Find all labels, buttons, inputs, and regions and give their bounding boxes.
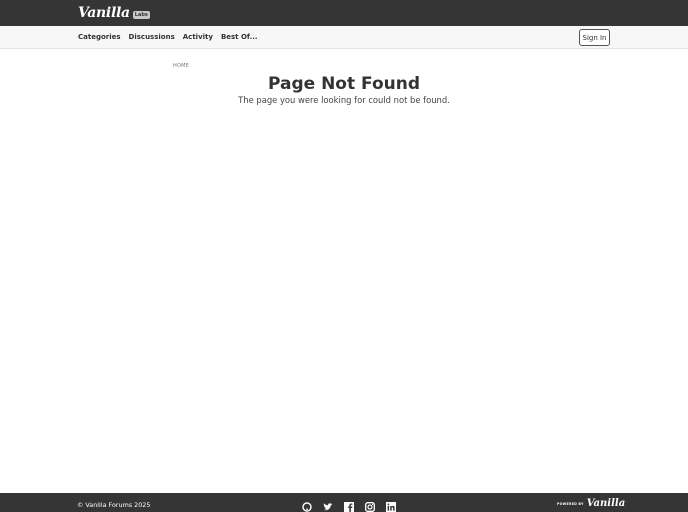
copyright-text: © Vanilla Forums 2025 <box>77 501 151 509</box>
nav-link-categories[interactable]: Categories <box>78 33 121 41</box>
social-links <box>302 502 396 512</box>
nav-links: Categories Discussions Activity Best Of.… <box>78 26 266 48</box>
facebook-icon[interactable] <box>344 502 354 512</box>
logo-wordmark: Vanilla <box>78 5 130 21</box>
nav-link-best-of[interactable]: Best Of... <box>221 33 258 41</box>
logo-badge: Labs <box>132 11 150 19</box>
nav-link-activity[interactable]: Activity <box>183 33 213 41</box>
powered-by-logo: Vanilla <box>586 498 626 509</box>
sign-in-button[interactable]: Sign In <box>579 29 610 46</box>
navigation-bar: Categories Discussions Activity Best Of.… <box>0 26 688 49</box>
linkedin-icon[interactable] <box>386 502 396 512</box>
instagram-icon[interactable] <box>365 502 375 512</box>
site-logo[interactable]: Vanilla Labs <box>78 4 150 22</box>
top-header: Vanilla Labs <box>0 0 688 26</box>
nav-link-discussions[interactable]: Discussions <box>129 33 175 41</box>
github-icon[interactable] <box>302 502 312 512</box>
page-message: The page you were looking for could not … <box>238 95 450 105</box>
footer: © Vanilla Forums 2025 POWERED BY Vanilla <box>0 493 688 512</box>
breadcrumb-home[interactable]: HOME <box>173 63 189 69</box>
powered-by-vanilla[interactable]: POWERED BY Vanilla <box>557 498 625 509</box>
page-title: Page Not Found <box>267 74 421 94</box>
powered-by-text: POWERED BY <box>557 501 584 506</box>
twitter-icon[interactable] <box>323 502 333 512</box>
